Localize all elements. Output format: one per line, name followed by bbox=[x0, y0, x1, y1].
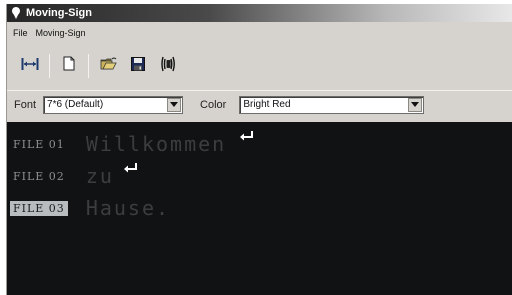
color-select[interactable]: Bright Red bbox=[239, 95, 425, 114]
open-folder-icon bbox=[100, 57, 117, 75]
transmit-icon bbox=[160, 56, 176, 77]
color-label: Color bbox=[200, 98, 227, 111]
menu-file[interactable]: File bbox=[13, 28, 28, 38]
save-disk-icon bbox=[131, 56, 145, 76]
width-adjust-icon bbox=[21, 57, 39, 76]
file-row[interactable]: FILE 01 Willkommen bbox=[7, 130, 254, 156]
file-text[interactable]: zu bbox=[86, 164, 114, 188]
menu-moving-sign[interactable]: Moving-Sign bbox=[36, 28, 86, 38]
new-document-button[interactable] bbox=[56, 53, 82, 79]
app-window: Moving-Sign File Moving-Sign Font 7*6 (D… bbox=[6, 4, 512, 295]
new-document-icon bbox=[63, 56, 75, 76]
file-label[interactable]: FILE 02 bbox=[10, 169, 68, 184]
font-select[interactable]: 7*6 (Default) bbox=[43, 95, 184, 114]
font-select-value: 7*6 (Default) bbox=[47, 99, 104, 110]
font-label: Font bbox=[14, 98, 37, 111]
return-arrow-icon bbox=[123, 160, 138, 179]
chevron-down-icon[interactable] bbox=[408, 97, 423, 112]
file-row-selected[interactable]: FILE 03 Hause. bbox=[7, 196, 170, 220]
window-title: Moving-Sign bbox=[26, 7, 92, 19]
chevron-down-icon[interactable] bbox=[167, 97, 182, 112]
menu-bar: File Moving-Sign bbox=[7, 24, 512, 42]
title-bar: Moving-Sign bbox=[7, 4, 512, 22]
file-label[interactable]: FILE 01 bbox=[10, 137, 68, 152]
sign-editor-area[interactable]: FILE 01 Willkommen FILE 02 zu FILE 03 Ha… bbox=[7, 122, 512, 295]
file-text[interactable]: Willkommen bbox=[86, 132, 226, 156]
toolbar-separator bbox=[49, 54, 50, 78]
app-pin-icon bbox=[10, 7, 22, 19]
toolbar bbox=[7, 44, 512, 88]
width-adjust-button[interactable] bbox=[17, 53, 43, 79]
toolbar-separator bbox=[88, 54, 89, 78]
font-bar: Font 7*6 (Default) Color Bright Red bbox=[7, 90, 512, 118]
return-arrow-icon bbox=[240, 128, 254, 147]
file-row[interactable]: FILE 02 zu bbox=[7, 162, 138, 188]
file-text[interactable]: Hause. bbox=[86, 196, 170, 220]
file-label-selected[interactable]: FILE 03 bbox=[10, 200, 68, 216]
save-button[interactable] bbox=[125, 53, 151, 79]
color-select-value: Bright Red bbox=[243, 99, 291, 110]
transmit-button[interactable] bbox=[155, 53, 181, 79]
open-folder-button[interactable] bbox=[95, 53, 121, 79]
